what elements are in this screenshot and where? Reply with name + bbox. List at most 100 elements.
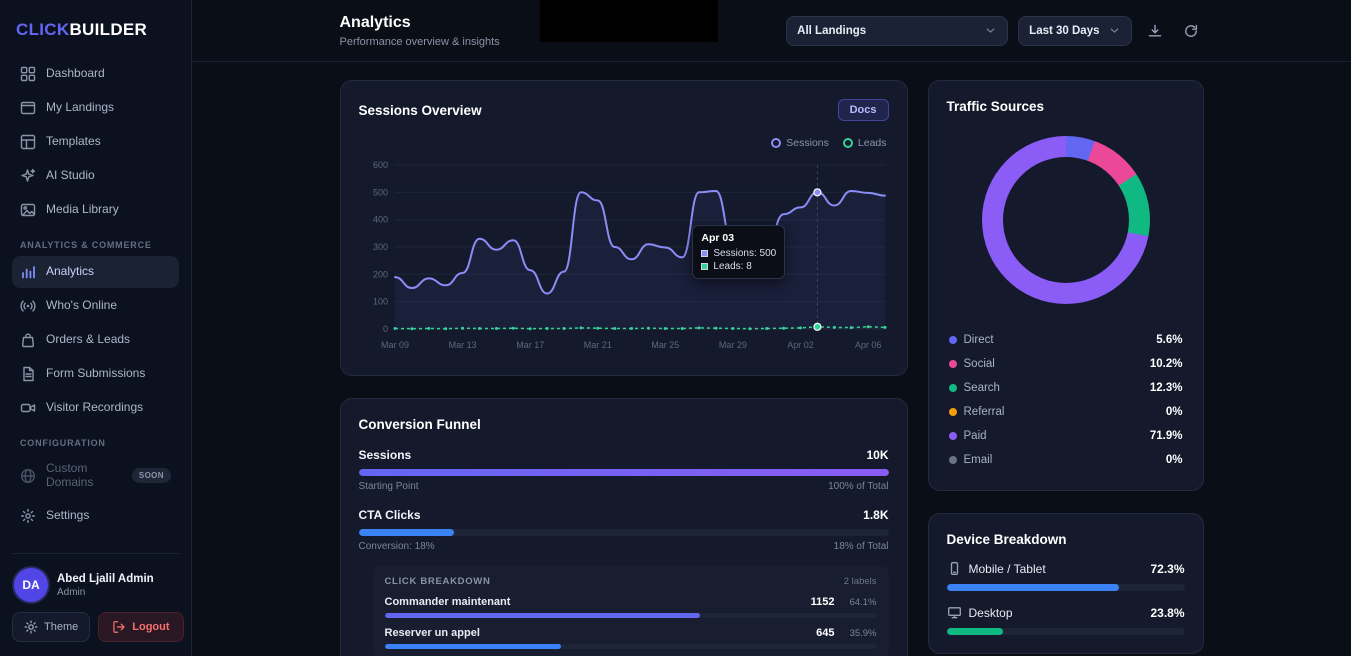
sidebar-item-custom-domains: Custom Domains SOON: [12, 454, 179, 498]
sidebar-item-label: Dashboard: [46, 67, 105, 81]
traffic-source-label: Direct: [964, 334, 1150, 346]
sidebar-item-analytics[interactable]: Analytics: [12, 256, 179, 288]
traffic-legend-row-paid[interactable]: Paid 71.9%: [947, 424, 1185, 448]
device-card-title: Device Breakdown: [947, 532, 1185, 547]
traffic-source-label: Social: [964, 358, 1143, 370]
header-controls: All Landings Last 30 Days: [786, 16, 1203, 46]
device-label: Desktop: [969, 606, 1144, 620]
tooltip-leads-value: Leads: 8: [713, 261, 751, 272]
docs-button[interactable]: Docs: [838, 99, 889, 121]
document-icon: [20, 366, 36, 382]
traffic-legend-row-search[interactable]: Search 12.3%: [947, 376, 1185, 400]
breakdown-bar-track: [385, 613, 877, 618]
traffic-donut-chart: [982, 136, 1150, 304]
funnel-step-value: 1.8K: [863, 508, 888, 522]
refresh-button[interactable]: [1178, 18, 1204, 44]
download-icon: [1147, 23, 1163, 39]
mobile-phone-icon: [947, 561, 962, 576]
sidebar-item-my-landings[interactable]: My Landings: [12, 92, 179, 124]
breakdown-row: Reserver un appel 645 35.9%: [385, 627, 877, 649]
sidebar-item-templates[interactable]: Templates: [12, 126, 179, 158]
brand-logo[interactable]: CLICKBUILDER: [12, 14, 179, 58]
traffic-legend-row-direct[interactable]: Direct 5.6%: [947, 328, 1185, 352]
sidebar-item-label: Orders & Leads: [46, 333, 130, 347]
landing-filter-select[interactable]: All Landings: [786, 16, 1008, 46]
theme-toggle-button[interactable]: Theme: [12, 612, 90, 642]
device-bar-fill: [947, 628, 1004, 635]
breakdown-value: 645: [816, 627, 834, 639]
svg-text:0: 0: [382, 324, 387, 334]
sidebar-item-label: Visitor Recordings: [46, 401, 143, 415]
sidebar-item-whos-online[interactable]: Who's Online: [12, 290, 179, 322]
funnel-bar-track: [359, 469, 889, 476]
logout-button[interactable]: Logout: [98, 612, 183, 642]
tooltip-leads-row: Leads: 8: [701, 261, 776, 272]
funnel-bar-fill: [359, 529, 454, 536]
bar-chart-icon: [20, 264, 36, 280]
sessions-chart-area[interactable]: 0100200300400500600Mar 09Mar 13Mar 17Mar…: [359, 151, 889, 357]
svg-text:500: 500: [372, 187, 387, 197]
traffic-source-pct: 5.6%: [1156, 334, 1182, 346]
user-profile[interactable]: DA Abed Ljalil Admin Admin: [12, 566, 179, 612]
sessions-swatch-icon: [701, 250, 708, 257]
sidebar-item-visitor-recordings[interactable]: Visitor Recordings: [12, 392, 179, 424]
traffic-source-label: Search: [964, 382, 1143, 394]
funnel-bar-track: [359, 529, 889, 536]
funnel-right-note: 100% of Total: [828, 481, 888, 492]
broadcast-icon: [20, 298, 36, 314]
legend-item-leads[interactable]: Leads: [843, 137, 887, 149]
device-pct: 72.3%: [1150, 562, 1184, 576]
direct-dot-icon: [949, 336, 957, 344]
svg-text:Apr 06: Apr 06: [854, 340, 881, 350]
sidebar-item-label: Templates: [46, 135, 101, 149]
tooltip-sessions-value: Sessions: 500: [713, 248, 776, 259]
user-name: Abed Ljalil Admin: [57, 572, 154, 586]
sidebar-item-settings[interactable]: Settings: [12, 500, 179, 532]
breakdown-row: Commander maintenant 1152 64.1%: [385, 596, 877, 618]
device-bar-track: [947, 584, 1185, 591]
sidebar-item-form-submissions[interactable]: Form Submissions: [12, 358, 179, 390]
sidebar-item-orders-leads[interactable]: Orders & Leads: [12, 324, 179, 356]
section-label-configuration: CONFIGURATION: [20, 438, 171, 448]
breakdown-bar-fill: [385, 613, 700, 618]
svg-text:300: 300: [372, 242, 387, 252]
gear-icon: [20, 508, 36, 524]
leads-swatch-icon: [701, 263, 708, 270]
tooltip-sessions-row: Sessions: 500: [701, 248, 776, 259]
sidebar-item-ai-studio[interactable]: AI Studio: [12, 160, 179, 192]
traffic-legend-row-email[interactable]: Email 0%: [947, 448, 1185, 472]
user-role: Admin: [57, 587, 154, 598]
traffic-source-label: Email: [964, 454, 1159, 466]
sidebar-item-label: AI Studio: [46, 169, 95, 183]
funnel-left-note: Conversion: 18%: [359, 541, 435, 552]
breakdown-value: 1152: [811, 596, 835, 608]
globe-icon: [20, 468, 36, 484]
traffic-source-pct: 71.9%: [1150, 430, 1183, 442]
download-button[interactable]: [1142, 18, 1168, 44]
traffic-source-pct: 0%: [1166, 406, 1183, 418]
paid-dot-icon: [949, 432, 957, 440]
traffic-legend-row-referral[interactable]: Referral 0%: [947, 400, 1185, 424]
traffic-legend-row-social[interactable]: Social 10.2%: [947, 352, 1185, 376]
funnel-right-note: 18% of Total: [834, 541, 889, 552]
date-range-select[interactable]: Last 30 Days: [1018, 16, 1131, 46]
funnel-step-value: 10K: [866, 448, 888, 462]
funnel-step-cta-clicks: CTA Clicks 1.8K Conversion: 18% 18% of T…: [359, 508, 889, 552]
sidebar-item-label: Settings: [46, 509, 89, 523]
svg-text:600: 600: [372, 160, 387, 170]
video-camera-icon: [20, 400, 36, 416]
svg-text:Mar 21: Mar 21: [583, 340, 611, 350]
sidebar-item-label: Form Submissions: [46, 367, 145, 381]
email-dot-icon: [949, 456, 957, 464]
traffic-source-pct: 10.2%: [1150, 358, 1183, 370]
sidebar-item-dashboard[interactable]: Dashboard: [12, 58, 179, 90]
content-scroll-area[interactable]: Sessions Overview Docs Sessions Leads: [192, 62, 1351, 656]
layout-icon: [20, 134, 36, 150]
traffic-source-label: Referral: [964, 406, 1159, 418]
sidebar-item-label: Media Library: [46, 203, 119, 217]
svg-text:Mar 17: Mar 17: [516, 340, 544, 350]
click-breakdown-panel: CLICK BREAKDOWN 2 labels Commander maint…: [373, 566, 889, 656]
sessions-overview-card: Sessions Overview Docs Sessions Leads: [340, 80, 908, 376]
sidebar-item-media-library[interactable]: Media Library: [12, 194, 179, 226]
legend-item-sessions[interactable]: Sessions: [771, 137, 829, 149]
